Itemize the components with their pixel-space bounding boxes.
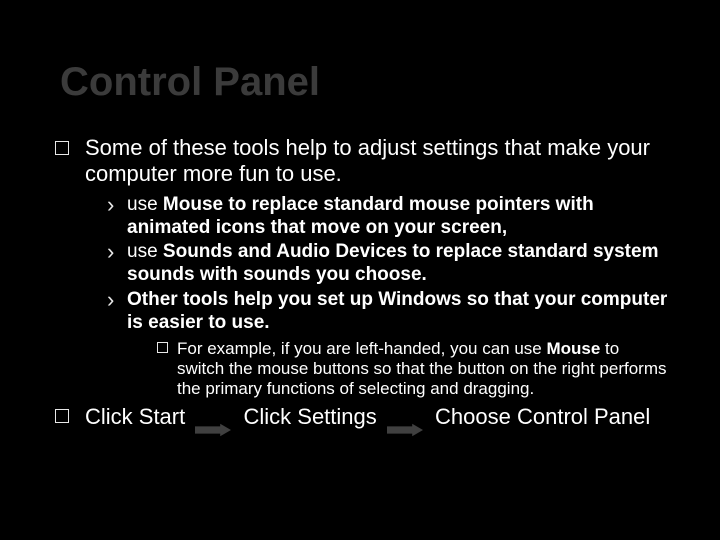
example-item: For example, if you are left-handed, you…	[157, 339, 670, 400]
step-text: Choose Control Panel	[435, 404, 650, 429]
sub-bullet-text: Other tools help you set up Windows so t…	[127, 289, 667, 333]
arrow-right-icon	[387, 423, 423, 437]
sub-bullet-item: use Sounds and Audio Devices to replace …	[107, 241, 670, 287]
sub-bullet-prefix: use	[127, 241, 163, 262]
sub-bullet-item: use Mouse to replace standard mouse poin…	[107, 194, 670, 240]
step-text: Click Start	[85, 404, 185, 429]
sub-bullet-list: use Mouse to replace standard mouse poin…	[85, 194, 670, 400]
bullet-item: Some of these tools help to adjust setti…	[55, 135, 670, 400]
slide: Control Panel Some of these tools help t…	[0, 0, 720, 540]
steps-line: Click Start Click Settings Choose Contro…	[85, 404, 650, 429]
example-list: For example, if you are left-handed, you…	[127, 339, 670, 400]
slide-title: Control Panel	[55, 60, 670, 105]
step-text: Click Settings	[244, 404, 377, 429]
arrow-right-icon	[195, 423, 231, 437]
bullet-text: Some of these tools help to adjust setti…	[85, 135, 650, 186]
sub-bullet-item: Other tools help you set up Windows so t…	[107, 289, 670, 400]
sub-bullet-prefix: use	[127, 194, 163, 215]
bullet-item-steps: Click Start Click Settings Choose Contro…	[55, 404, 670, 430]
bullet-list: Some of these tools help to adjust setti…	[55, 135, 670, 430]
sub-bullet-text: Mouse to replace standard mouse pointers…	[127, 194, 594, 238]
sub-bullet-text: Sounds and Audio Devices to replace stan…	[127, 241, 658, 285]
example-bold: Mouse	[546, 339, 600, 358]
example-pre: For example, if you are left-handed, you…	[177, 339, 546, 358]
